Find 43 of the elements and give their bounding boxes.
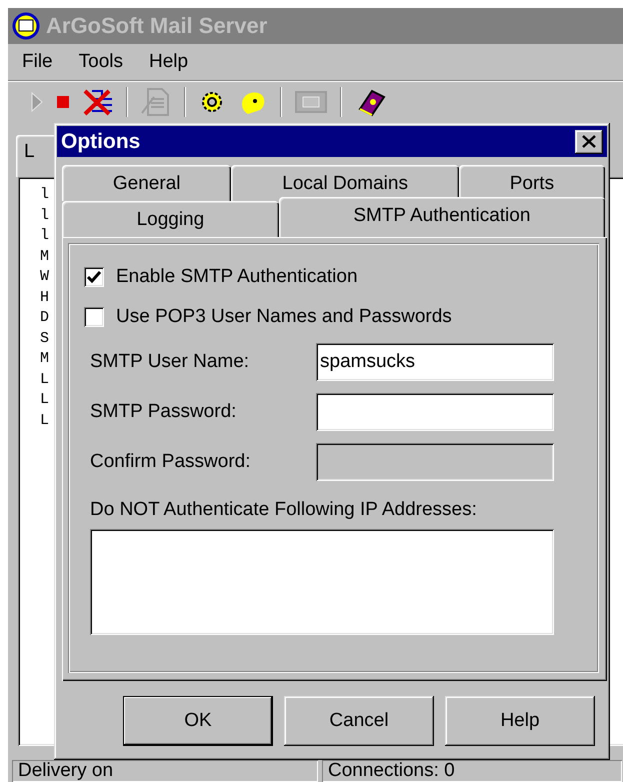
tab[interactable]: Local Domains bbox=[231, 165, 459, 201]
stop-icon[interactable] bbox=[56, 95, 70, 109]
field-label: Do NOT Authenticate Following IP Addresses: bbox=[89, 498, 478, 522]
log-line: M bbox=[40, 349, 50, 369]
log-line: D bbox=[40, 308, 50, 328]
log-line: W bbox=[40, 267, 50, 287]
log-line: S bbox=[40, 328, 50, 348]
log-line: L bbox=[40, 390, 50, 410]
log-line: M bbox=[40, 246, 50, 266]
dialog-title: Options bbox=[61, 130, 140, 154]
field-label: SMTP User Name: bbox=[90, 351, 250, 373]
tab[interactable]: General bbox=[62, 165, 232, 201]
input-field[interactable] bbox=[316, 393, 554, 431]
checkbox[interactable] bbox=[84, 307, 104, 327]
app-icon bbox=[12, 12, 40, 40]
menu-item[interactable]: Tools bbox=[76, 49, 125, 75]
menu-item[interactable]: Help bbox=[146, 49, 190, 75]
dialog-button[interactable]: OK bbox=[123, 696, 273, 746]
delete-icon[interactable] bbox=[82, 88, 114, 116]
dialog-button[interactable]: Cancel bbox=[284, 696, 434, 746]
field-label: SMTP Password: bbox=[90, 401, 238, 423]
window-title: ArGoSoft Mail Server bbox=[46, 13, 268, 39]
tab[interactable]: Logging bbox=[62, 201, 279, 237]
status-panel: Connections: 0 bbox=[322, 760, 622, 782]
log-line: l bbox=[40, 226, 50, 246]
tab[interactable]: SMTP Authentication bbox=[278, 197, 605, 237]
close-icon bbox=[582, 135, 596, 148]
log-line: L bbox=[40, 410, 50, 430]
input-field[interactable]: spamsucks bbox=[316, 343, 554, 381]
dialog-button[interactable]: Help bbox=[445, 696, 595, 746]
menu-item[interactable]: File bbox=[20, 49, 55, 75]
checkbox-label: Use POP3 User Names and Passwords bbox=[116, 306, 452, 328]
checkbox[interactable] bbox=[84, 267, 104, 287]
log-line: L bbox=[40, 370, 50, 390]
status-panel: Delivery on bbox=[12, 760, 318, 782]
checkbox-label: Enable SMTP Authentication bbox=[116, 266, 358, 288]
field-label: Confirm Password: bbox=[90, 451, 252, 473]
close-button[interactable] bbox=[575, 130, 603, 154]
log-line: l bbox=[40, 185, 50, 205]
tab[interactable]: L bbox=[16, 135, 56, 177]
log-line: H bbox=[40, 288, 50, 308]
ip-address-list[interactable] bbox=[90, 529, 554, 635]
log-line: l bbox=[40, 206, 50, 226]
